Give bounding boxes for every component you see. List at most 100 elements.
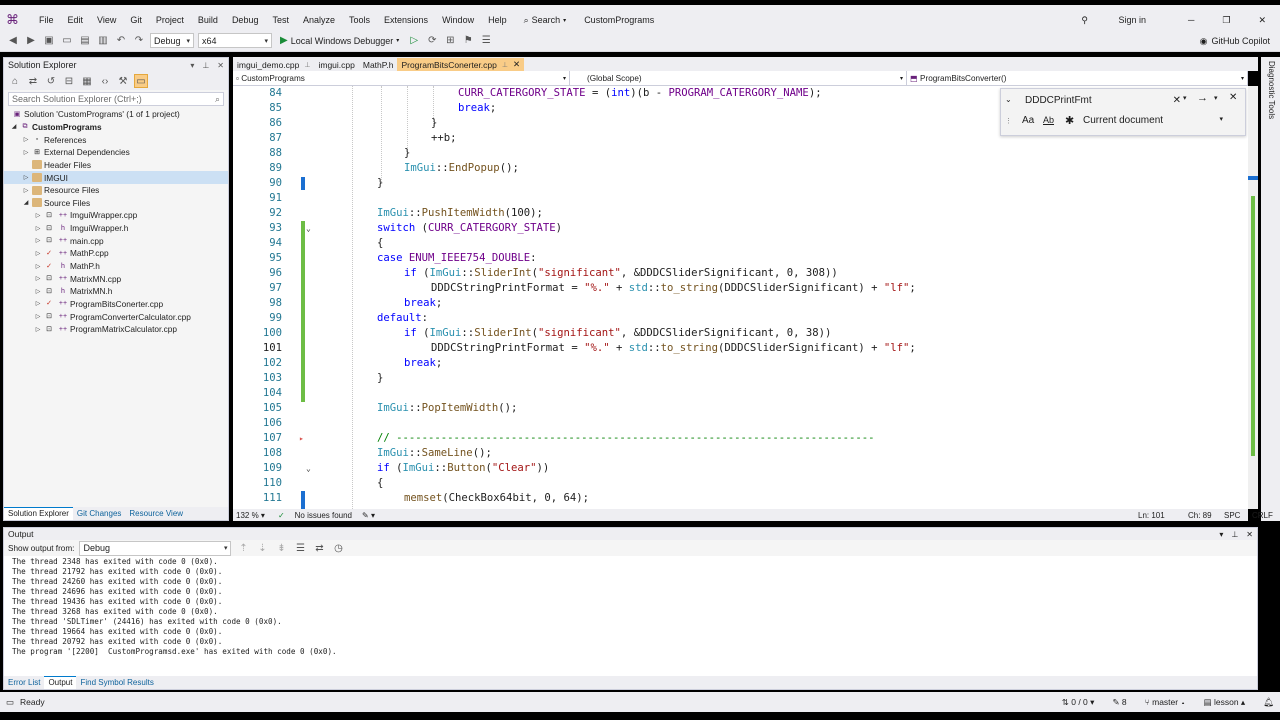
- editor-vertical-scrollbar[interactable]: [1248, 86, 1258, 509]
- menu-project[interactable]: Project: [149, 15, 191, 25]
- redo-icon[interactable]: ↷: [132, 34, 146, 48]
- member-dropdown[interactable]: ⬒ ProgramBitsConverter() ▾: [907, 71, 1248, 85]
- tab-programbitsconerter[interactable]: ProgramBitsConerter.cpp ⊥ ✕: [397, 58, 525, 71]
- tree-item-file[interactable]: ▷ ⊡ ++ MatrixMN.cpp: [4, 272, 228, 285]
- menu-file[interactable]: File: [32, 15, 61, 25]
- minimize-button[interactable]: ─: [1174, 15, 1208, 25]
- issues-status[interactable]: No issues found: [295, 511, 352, 520]
- tab-mathp-h[interactable]: MathP.h: [359, 58, 398, 71]
- regex-icon[interactable]: ✱: [1065, 114, 1074, 127]
- tree-item-file[interactable]: ▷ ⊡ ++ ProgramMatrixCalculator.cpp: [4, 323, 228, 336]
- zoom-select[interactable]: 132 % ▾: [233, 511, 268, 520]
- history-icon[interactable]: ↺: [44, 74, 58, 88]
- new-project-icon[interactable]: ▣: [42, 34, 56, 48]
- preview-icon[interactable]: ▭: [134, 74, 148, 88]
- find-message-icon[interactable]: ⇡: [236, 541, 250, 555]
- tree-item-external-dependencies[interactable]: ▷ ⊞ External Dependencies: [4, 146, 228, 159]
- open-folder-icon[interactable]: ▭: [60, 34, 74, 48]
- menu-git[interactable]: Git: [123, 15, 149, 25]
- prev-message-icon[interactable]: ⇣: [255, 541, 269, 555]
- diagnostic-tools-sidebar[interactable]: Diagnostic Tools: [1261, 57, 1280, 521]
- tree-item-file[interactable]: ▷ ⊡ ++ ImguiWrapper.cpp: [4, 209, 228, 222]
- collapse-chevron-icon[interactable]: ⌄: [306, 461, 311, 476]
- menu-debug[interactable]: Debug: [225, 15, 266, 25]
- undo-icon[interactable]: ↶: [114, 34, 128, 48]
- tab-solution-explorer[interactable]: Solution Explorer: [4, 507, 73, 520]
- start-without-debugging-icon[interactable]: ▷: [407, 34, 421, 48]
- restore-button[interactable]: ❐: [1208, 15, 1244, 26]
- forward-icon[interactable]: ▶: [24, 34, 38, 48]
- tree-item-imgui[interactable]: ▷ IMGUI: [4, 171, 228, 184]
- configuration-select[interactable]: Debug ▾: [150, 33, 194, 48]
- tab-output[interactable]: Output: [44, 676, 77, 689]
- start-debugging-button[interactable]: ▶ Local Windows Debugger ▾: [276, 35, 403, 46]
- menu-edit[interactable]: Edit: [61, 15, 91, 25]
- pin-icon[interactable]: ⊥: [202, 61, 209, 70]
- toolbox-icon[interactable]: ⊞: [443, 34, 457, 48]
- tree-item-file[interactable]: ▷ ⊡ h ImguiWrapper.h: [4, 222, 228, 235]
- platform-select[interactable]: x64 ▾: [198, 33, 272, 48]
- wrench-icon[interactable]: ⚒: [116, 74, 130, 88]
- menu-test[interactable]: Test: [265, 15, 296, 25]
- repo-indicator[interactable]: ▤ lesson ▴: [1204, 697, 1246, 708]
- line-indicator[interactable]: Ln: 101: [1138, 511, 1165, 520]
- whole-word-icon[interactable]: Ab: [1043, 115, 1054, 125]
- tree-item-file[interactable]: ▷ ⊡ ++ main.cpp: [4, 234, 228, 247]
- menu-window[interactable]: Window: [435, 15, 481, 25]
- brush-icon[interactable]: ✎ ▾: [352, 511, 375, 520]
- tree-item-project[interactable]: ◢ ⧉ CustomPrograms: [4, 121, 228, 134]
- scope-dropdown[interactable]: (Global Scope) ▾: [570, 71, 907, 85]
- menu-help[interactable]: Help: [481, 15, 514, 25]
- close-icon[interactable]: ✕: [1246, 530, 1253, 539]
- tab-error-list[interactable]: Error List: [4, 678, 44, 687]
- save-icon[interactable]: ▤: [78, 34, 92, 48]
- branch-indicator[interactable]: ⑂ master ▴: [1145, 697, 1186, 707]
- close-icon[interactable]: ✕: [217, 61, 224, 70]
- line-ending-indicator[interactable]: CRLF: [1252, 511, 1273, 520]
- pin-icon[interactable]: ⊥: [502, 61, 508, 69]
- tab-find-symbol-results[interactable]: Find Symbol Results: [76, 678, 157, 687]
- find-input[interactable]: DDDCPrintFmt ✕: [1025, 93, 1181, 107]
- expand-replace-icon[interactable]: ⌄: [1005, 95, 1012, 104]
- tree-item-file[interactable]: ▷ ✓ ++ MathP.cpp: [4, 247, 228, 260]
- tree-item-file[interactable]: ▷ ✓ h MathP.h: [4, 260, 228, 273]
- next-message-icon[interactable]: ⇟: [274, 541, 288, 555]
- comment-icon[interactable]: ☰: [479, 34, 493, 48]
- tree-item-file[interactable]: ▷ ✓ ++ ProgramBitsConerter.cpp: [4, 298, 228, 311]
- chevron-down-icon[interactable]: ▾: [1183, 94, 1187, 102]
- tree-item-resource-files[interactable]: ▷ Resource Files: [4, 184, 228, 197]
- tree-item-references[interactable]: ▷ ▫ References: [4, 133, 228, 146]
- tree-item-header-files[interactable]: Header Files: [4, 159, 228, 172]
- close-find-icon[interactable]: ✕: [1229, 92, 1237, 103]
- changes-indicator[interactable]: ✎ 8: [1112, 697, 1126, 708]
- match-case-icon[interactable]: Aa: [1022, 115, 1034, 126]
- save-all-icon[interactable]: ▥: [96, 34, 110, 48]
- timestamp-icon[interactable]: ◷: [331, 541, 345, 555]
- show-all-files-icon[interactable]: ▦: [80, 74, 94, 88]
- menu-build[interactable]: Build: [191, 15, 225, 25]
- menu-tools[interactable]: Tools: [342, 15, 377, 25]
- back-icon[interactable]: ◀: [6, 34, 20, 48]
- project-dropdown[interactable]: ▫ CustomPrograms ▾: [233, 71, 570, 85]
- sync-icon[interactable]: ⇄: [26, 74, 40, 88]
- pin-icon[interactable]: ⊥: [1231, 530, 1238, 539]
- hot-reload-icon[interactable]: ⟳: [425, 34, 439, 48]
- resize-grip-icon[interactable]: ⋮: [1005, 117, 1012, 125]
- menu-analyze[interactable]: Analyze: [296, 15, 342, 25]
- errors-indicator[interactable]: ⇅ 0 / 0 ▾: [1062, 697, 1095, 708]
- notifications-icon[interactable]: 🔔︎: [1263, 697, 1274, 708]
- tree-item-source-files[interactable]: ◢ Source Files: [4, 196, 228, 209]
- close-window-button[interactable]: ✕: [1244, 15, 1280, 26]
- tree-item-file[interactable]: ▷ ⊡ h MatrixMN.h: [4, 285, 228, 298]
- close-icon[interactable]: ✕: [513, 59, 520, 70]
- tab-git-changes[interactable]: Git Changes: [73, 509, 125, 518]
- search-menu[interactable]: ⌕ Search ▾: [524, 15, 567, 26]
- output-source-select[interactable]: Debug ▾: [79, 540, 232, 556]
- column-indicator[interactable]: Ch: 89: [1188, 511, 1212, 520]
- find-next-icon[interactable]: →: [1197, 92, 1208, 104]
- dropdown-icon[interactable]: ▾: [190, 61, 194, 70]
- clear-all-icon[interactable]: ☰: [293, 541, 307, 555]
- menu-view[interactable]: View: [90, 15, 123, 25]
- pin-icon[interactable]: ⊥: [304, 61, 310, 69]
- tab-imgui-demo[interactable]: imgui_demo.cpp ⊥: [233, 58, 314, 71]
